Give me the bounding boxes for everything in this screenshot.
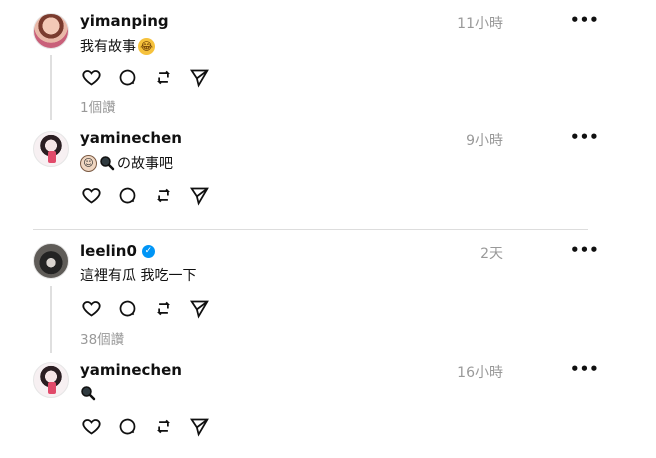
thread-line [50,55,52,120]
username[interactable]: yaminechen [80,361,182,379]
share-icon[interactable] [188,184,210,206]
repost-icon[interactable] [152,184,174,206]
comment-icon[interactable] [116,66,138,88]
thread-line [50,286,52,353]
laughing-tears-emoji: 😂 [138,37,155,55]
more-icon[interactable]: ••• [570,11,599,29]
heart-icon[interactable] [80,415,102,437]
comment-icon[interactable] [116,415,138,437]
likes-count[interactable]: 38個讚 [80,328,124,348]
action-bar [80,297,210,319]
post-text [80,385,98,401]
repost-icon[interactable] [152,297,174,319]
magnifying-glass-emoji [99,155,115,171]
repost-icon[interactable] [152,415,174,437]
post-text: ☺ の故事吧 [80,153,173,173]
username[interactable]: yaminechen [80,129,182,147]
comment-icon[interactable] [116,297,138,319]
heart-icon[interactable] [80,66,102,88]
magnifying-glass-emoji [80,385,96,401]
avatar[interactable] [33,362,69,398]
username[interactable]: yimanping [80,12,169,30]
username[interactable]: leelin0 ✓ [80,242,155,260]
verified-badge-icon: ✓ [141,244,155,258]
post-text: 我有故事 😂 [80,36,155,56]
heart-icon[interactable] [80,297,102,319]
comment-icon[interactable] [116,184,138,206]
more-icon[interactable]: ••• [570,128,599,146]
share-icon[interactable] [188,415,210,437]
action-bar [80,184,210,206]
divider [33,229,588,230]
post-text: 這裡有瓜 我吃一下 [80,268,197,284]
action-bar [80,66,210,88]
post-time: 16小時 [457,365,503,381]
avatar[interactable] [33,243,69,279]
post-time: 11小時 [457,16,503,32]
post-time: 2天 [480,246,503,262]
avatar[interactable] [33,131,69,167]
post-time: 9小時 [466,133,503,149]
action-bar [80,415,210,437]
heart-icon[interactable] [80,184,102,206]
more-icon[interactable]: ••• [570,360,599,378]
more-icon[interactable]: ••• [570,241,599,259]
avatar[interactable] [33,13,69,49]
share-icon[interactable] [188,66,210,88]
share-icon[interactable] [188,297,210,319]
repost-icon[interactable] [152,66,174,88]
face-emoji: ☺ [80,154,97,172]
likes-count[interactable]: 1個讚 [80,96,116,116]
